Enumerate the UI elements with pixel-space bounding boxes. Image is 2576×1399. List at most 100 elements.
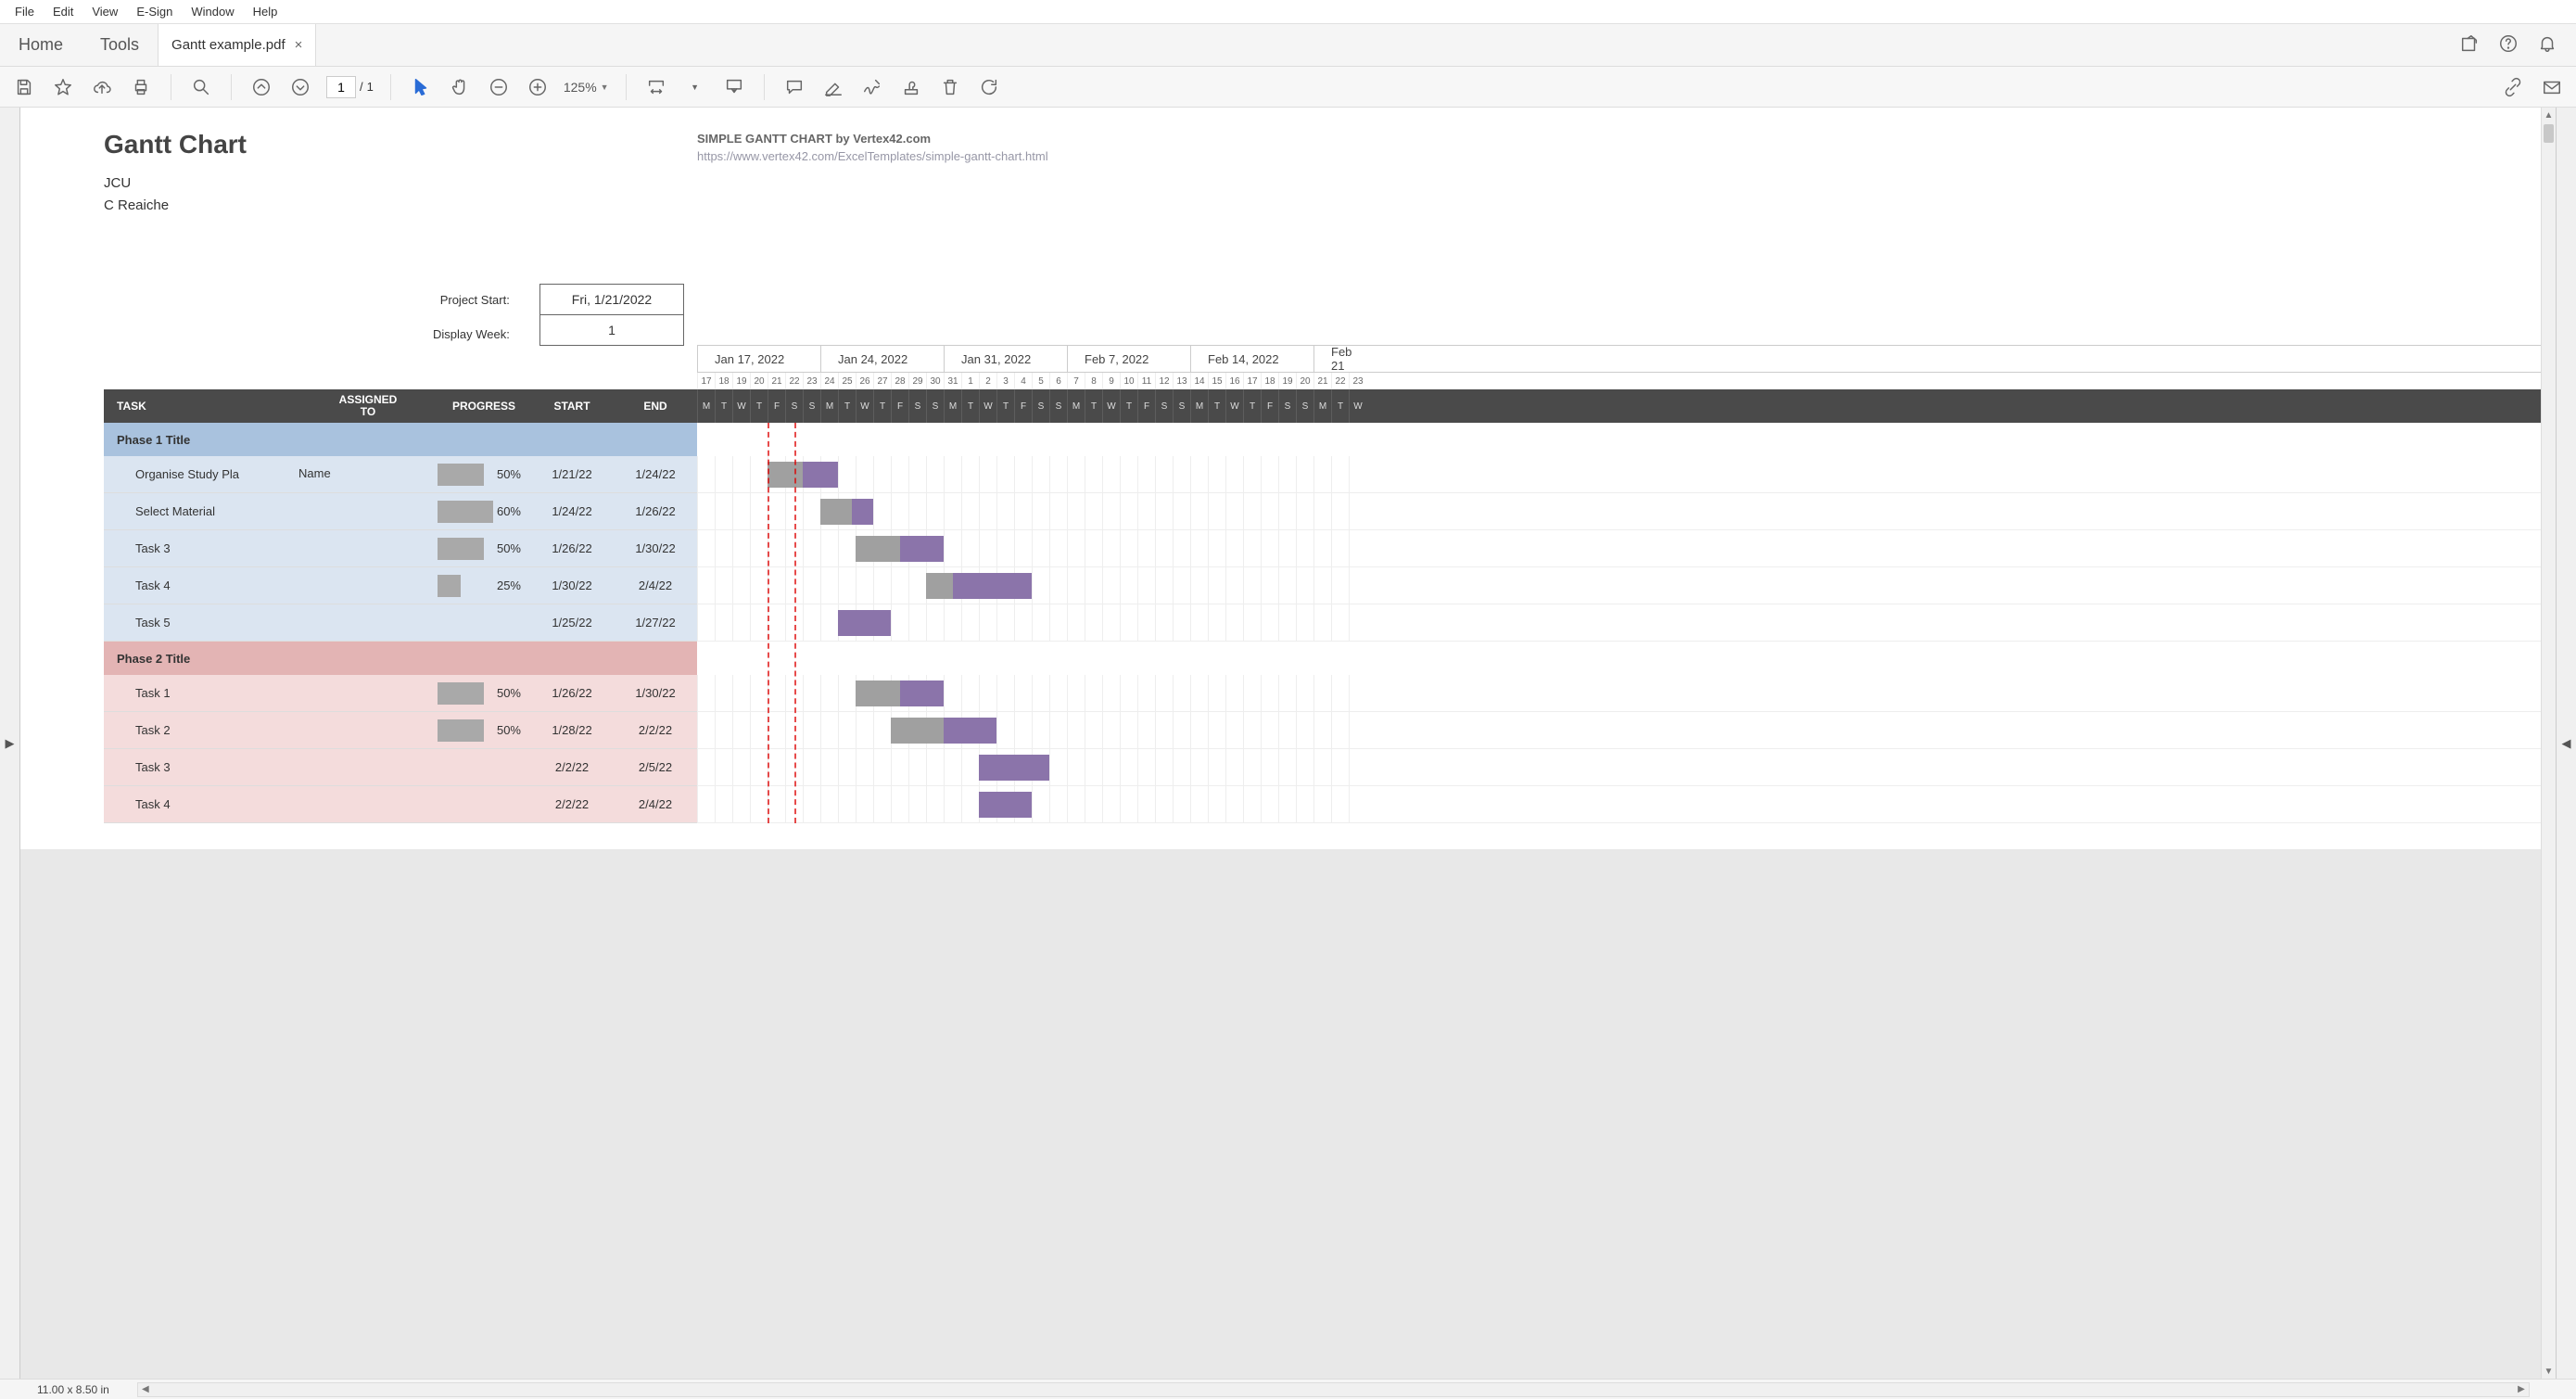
timeline-daynum: 4 — [1014, 373, 1032, 389]
star-icon[interactable] — [50, 74, 76, 100]
menu-esign[interactable]: E-Sign — [129, 3, 180, 20]
highlight-icon[interactable] — [820, 74, 846, 100]
page-up-icon[interactable] — [248, 74, 274, 100]
zoom-select[interactable]: 125% ▼ — [564, 80, 609, 95]
page-total: 1 — [367, 80, 374, 94]
zoom-out-icon[interactable] — [486, 74, 512, 100]
scroll-down-icon[interactable]: ▼ — [2542, 1364, 2556, 1379]
page-dimensions: 11.00 x 8.50 in — [37, 1383, 109, 1396]
credit-url: https://www.vertex42.com/ExcelTemplates/… — [697, 149, 1048, 163]
timeline-daynum: 22 — [1331, 373, 1349, 389]
task-end: 2/4/22 — [614, 797, 697, 811]
scroll-thumb-top[interactable] — [2544, 124, 2554, 143]
gantt-bar — [768, 462, 838, 488]
timeline-daynum: 26 — [856, 373, 873, 389]
close-tab-icon[interactable]: × — [295, 37, 303, 53]
cloud-upload-icon[interactable] — [89, 74, 115, 100]
timeline-week: Feb 7, 2022 — [1067, 346, 1190, 372]
scroll-left-icon[interactable]: ◀ — [138, 1383, 153, 1396]
task-row: Organise Study PlaName50%1/21/221/24/22 — [104, 456, 697, 493]
menu-edit[interactable]: Edit — [45, 3, 81, 20]
scroll-right-icon[interactable]: ▶ — [2514, 1383, 2529, 1396]
right-panel-toggle[interactable]: ◀ — [2556, 108, 2576, 1379]
timeline-daynum: 13 — [1173, 373, 1190, 389]
task-name: Select Material — [104, 504, 298, 518]
left-panel-toggle[interactable]: ▶ — [0, 108, 20, 1379]
task-end: 1/30/22 — [614, 686, 697, 700]
help-icon[interactable] — [2498, 33, 2519, 57]
timeline-dow: F — [1014, 389, 1032, 423]
timeline-dow: T — [1120, 389, 1137, 423]
timeline-daynum: 20 — [1296, 373, 1313, 389]
fit-dropdown-icon[interactable]: ▼ — [682, 74, 708, 100]
pointer-icon[interactable] — [408, 74, 434, 100]
timeline-daynum: 5 — [1032, 373, 1049, 389]
link-icon[interactable] — [2500, 74, 2526, 100]
col-progress: PROGRESS — [438, 400, 530, 413]
task-name: Task 3 — [104, 760, 298, 774]
sign-icon[interactable] — [859, 74, 885, 100]
timeline-daynum: 17 — [1243, 373, 1261, 389]
comment-icon[interactable] — [781, 74, 807, 100]
read-mode-icon[interactable] — [721, 74, 747, 100]
menu-file[interactable]: File — [7, 3, 42, 20]
menu-help[interactable]: Help — [246, 3, 286, 20]
task-name: Task 2 — [104, 723, 298, 737]
trash-icon[interactable] — [937, 74, 963, 100]
task-start: 2/2/22 — [530, 797, 614, 811]
stamp-icon[interactable] — [898, 74, 924, 100]
mail-icon[interactable] — [2539, 74, 2565, 100]
gantt-chart: Jan 17, 2022Jan 24, 2022Jan 31, 2022Feb … — [104, 345, 2541, 823]
timeline-dow: T — [715, 389, 732, 423]
zoom-in-icon[interactable] — [525, 74, 551, 100]
proj-info-box: Fri, 1/21/2022 1 — [539, 284, 684, 346]
notify-app-icon[interactable] — [2459, 33, 2480, 57]
task-row: Task 425%1/30/222/4/22 — [104, 567, 697, 604]
timeline-daynum: 18 — [715, 373, 732, 389]
timeline-daynum: 2 — [979, 373, 996, 389]
timeline-daynum: 19 — [1278, 373, 1296, 389]
timeline-dow: M — [944, 389, 961, 423]
task-name: Task 3 — [104, 541, 298, 555]
timeline-daynum: 3 — [996, 373, 1014, 389]
col-assigned: ASSIGNEDTO — [298, 394, 438, 418]
timeline-dow: S — [1278, 389, 1296, 423]
save-icon[interactable] — [11, 74, 37, 100]
scroll-up-icon[interactable]: ▲ — [2542, 108, 2556, 122]
gantt-bar — [838, 610, 891, 636]
timeline-daynum: 23 — [1349, 373, 1366, 389]
task-end: 1/24/22 — [614, 467, 697, 481]
timeline-dow: S — [1296, 389, 1313, 423]
timeline-daynum: 30 — [926, 373, 944, 389]
menu-window[interactable]: Window — [184, 3, 241, 20]
tab-home[interactable]: Home — [0, 24, 82, 66]
menu-view[interactable]: View — [84, 3, 125, 20]
timeline-dow: S — [1032, 389, 1049, 423]
timeline-dow: W — [1102, 389, 1120, 423]
timeline-dow: M — [820, 389, 838, 423]
timeline-dow: M — [1067, 389, 1085, 423]
timeline-dow: T — [1208, 389, 1225, 423]
rotate-icon[interactable] — [976, 74, 1002, 100]
page-input[interactable] — [326, 76, 356, 98]
page-down-icon[interactable] — [287, 74, 313, 100]
hand-icon[interactable] — [447, 74, 473, 100]
timeline-dow: T — [1243, 389, 1261, 423]
chart-title: Gantt Chart — [104, 130, 2541, 159]
timeline-daynum: 25 — [838, 373, 856, 389]
task-row: Task 250%1/28/222/2/22 — [104, 712, 697, 749]
search-icon[interactable] — [188, 74, 214, 100]
horizontal-scrollbar[interactable]: ◀ ▶ — [137, 1382, 2530, 1397]
fit-width-icon[interactable] — [643, 74, 669, 100]
print-icon[interactable] — [128, 74, 154, 100]
tab-tools[interactable]: Tools — [82, 24, 158, 66]
timeline-daynum: 28 — [891, 373, 908, 389]
tab-document[interactable]: Gantt example.pdf × — [158, 24, 316, 66]
task-progress — [438, 612, 530, 634]
vertical-scrollbar[interactable]: ▲ ▼ — [2541, 108, 2556, 1379]
timeline-dow: M — [1313, 389, 1331, 423]
task-start: 1/26/22 — [530, 686, 614, 700]
document-viewport[interactable]: Gantt Chart JCU C Reaiche SIMPLE GANTT C… — [20, 108, 2556, 1379]
bell-icon[interactable] — [2537, 33, 2557, 57]
timeline-daynum: 20 — [750, 373, 768, 389]
